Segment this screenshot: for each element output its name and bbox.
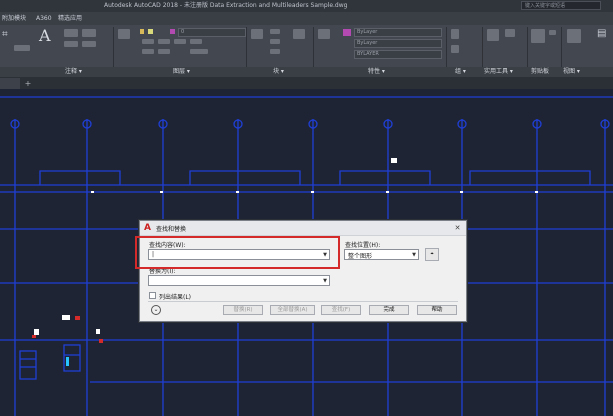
- layer-tool-icon[interactable]: [190, 39, 202, 44]
- layer-tool-icon[interactable]: [158, 39, 170, 44]
- panel-clipboard[interactable]: 剪贴板: [531, 67, 549, 77]
- text-tool-icon[interactable]: A: [39, 28, 53, 44]
- tab-addins[interactable]: 附加模块: [2, 12, 26, 25]
- utilities-icon[interactable]: [505, 29, 515, 37]
- markup-icon[interactable]: [82, 41, 96, 47]
- window-title: Autodesk AutoCAD 2018 - 未注册版 Data Extrac…: [104, 2, 348, 9]
- edit-block-icon[interactable]: [270, 39, 280, 44]
- replace-all-button[interactable]: 全部替换(A): [270, 305, 315, 315]
- paste-icon[interactable]: [531, 29, 545, 43]
- layer-tool-icon[interactable]: [142, 39, 154, 44]
- layer-color-icon[interactable]: [170, 29, 175, 34]
- create-block-icon[interactable]: [270, 29, 280, 34]
- ribbon-panel-labels: 注释 ▾ 图层 ▾ 块 ▾ 特性 ▾ 组 ▾ 实用工具 ▾ 剪贴板 视图 ▾: [0, 67, 613, 77]
- layer-dropdown[interactable]: 0: [178, 28, 246, 37]
- expand-options-icon[interactable]: ⌄: [151, 305, 161, 315]
- attribute-icon[interactable]: [270, 49, 280, 54]
- layer-tool-icon[interactable]: [174, 39, 186, 44]
- dialog-title-bar[interactable]: A 查找和替换 ✕: [140, 221, 466, 236]
- lineweight-dropdown[interactable]: BYLAYER: [354, 50, 442, 59]
- color-dropdown[interactable]: ByLayer: [354, 28, 442, 37]
- find-where-select[interactable]: 整个图形 ▼: [344, 249, 419, 260]
- lightbulb-icon[interactable]: [140, 29, 144, 34]
- replace-button[interactable]: 替换(R): [223, 305, 263, 315]
- block-attributes-icon[interactable]: [293, 29, 305, 39]
- divider: [148, 301, 458, 302]
- match-properties-icon[interactable]: [318, 29, 330, 39]
- panel-block[interactable]: 块 ▾: [273, 67, 284, 77]
- color-swatch-icon[interactable]: [343, 29, 351, 36]
- leader-icon[interactable]: [82, 29, 96, 37]
- layer-properties-icon[interactable]: [118, 29, 130, 39]
- insert-block-icon[interactable]: [251, 29, 263, 39]
- done-button[interactable]: 完成: [369, 305, 409, 315]
- tab-a360[interactable]: A360: [36, 12, 52, 25]
- annotate-icon[interactable]: ⌗: [2, 30, 12, 40]
- dimension-icon[interactable]: [64, 29, 78, 37]
- panel-view[interactable]: 视图 ▾: [563, 67, 580, 77]
- document-tab[interactable]: [0, 78, 20, 89]
- layer-tool-icon[interactable]: [190, 49, 208, 54]
- find-where-value: 整个图形: [348, 253, 373, 260]
- dropdown-arrow-icon[interactable]: ▼: [412, 252, 416, 258]
- autocad-logo-icon: A: [144, 223, 151, 233]
- help-button[interactable]: 帮助: [417, 305, 457, 315]
- list-results-label: 列出结果(L): [159, 294, 192, 301]
- select-objects-button[interactable]: ⌖: [425, 248, 439, 261]
- ungroup-icon[interactable]: [451, 45, 459, 53]
- replace-with-input[interactable]: ▼: [148, 275, 330, 286]
- list-results-checkbox[interactable]: [149, 292, 156, 299]
- measure-icon[interactable]: [487, 29, 499, 41]
- linear-icon[interactable]: [14, 45, 30, 51]
- panel-utilities[interactable]: 实用工具 ▾: [484, 67, 513, 77]
- ribbon-panel: ⌗ A 0 ByLayer ByLayer BYLAYER ▤: [0, 25, 613, 68]
- ribbon-tab-row: 附加模块 A360 精选应用: [0, 12, 613, 25]
- find-where-label: 查找位置(H):: [345, 242, 381, 249]
- linetype-dropdown[interactable]: ByLayer: [354, 39, 442, 48]
- base-view-icon[interactable]: [567, 29, 581, 43]
- copy-icon[interactable]: [549, 30, 556, 35]
- layout-icon[interactable]: ▤: [597, 29, 607, 39]
- new-tab-icon[interactable]: +: [23, 80, 33, 88]
- highlight-box: [135, 236, 340, 269]
- find-button[interactable]: 查找(F): [321, 305, 361, 315]
- layer-tool-icon[interactable]: [142, 49, 154, 54]
- document-tab-strip: [0, 77, 613, 89]
- panel-layers[interactable]: 图层 ▾: [173, 67, 190, 77]
- panel-groups[interactable]: 组 ▾: [455, 67, 466, 77]
- dropdown-arrow-icon[interactable]: ▼: [323, 278, 327, 284]
- tab-featured-apps[interactable]: 精选应用: [58, 12, 82, 25]
- table-icon[interactable]: [64, 41, 78, 47]
- sun-icon[interactable]: [148, 29, 153, 34]
- dialog-title: 查找和替换: [156, 226, 187, 233]
- panel-properties[interactable]: 特性 ▾: [368, 67, 385, 77]
- title-bar: Autodesk AutoCAD 2018 - 未注册版 Data Extrac…: [0, 0, 613, 12]
- search-input[interactable]: 键入关键字或短语: [521, 1, 601, 10]
- close-icon[interactable]: ✕: [453, 224, 462, 232]
- panel-annotate[interactable]: 注释 ▾: [65, 67, 82, 77]
- group-icon[interactable]: [451, 29, 459, 39]
- layer-tool-icon[interactable]: [158, 49, 170, 54]
